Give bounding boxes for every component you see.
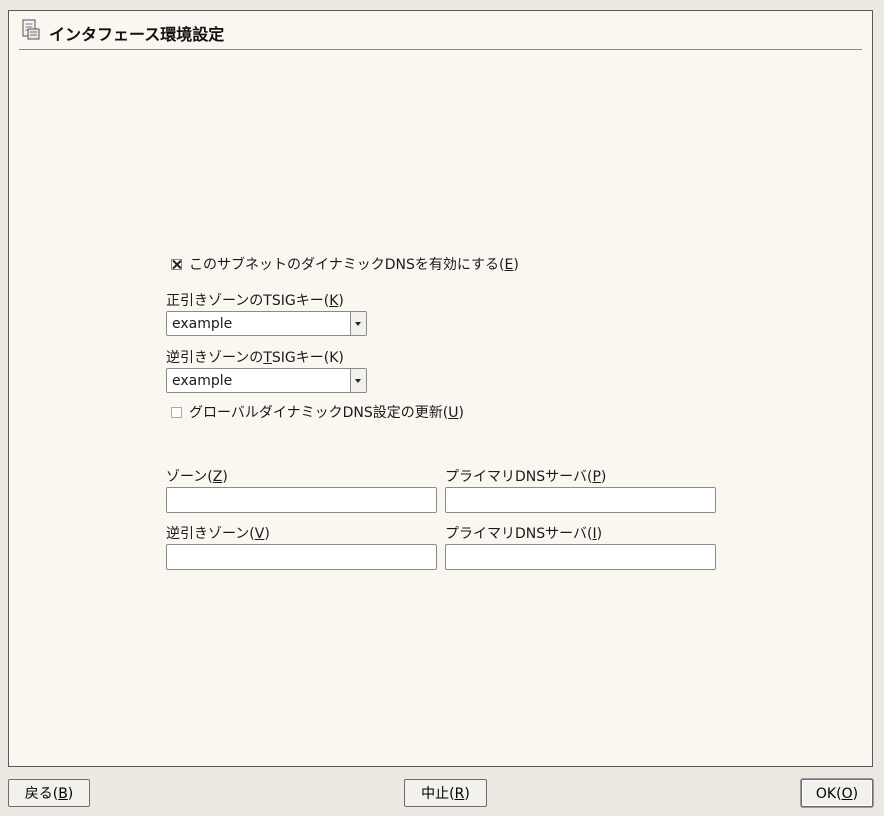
forward-tsig-key-select[interactable]: example (166, 311, 367, 336)
update-global-dns-label: グローバルダイナミックDNS設定の更新(U) (189, 405, 464, 421)
forward-tsig-key-label: 正引きゾーンのTSIGキー(K) (166, 293, 344, 309)
title-bar: インタフェース環境設定 (19, 19, 862, 50)
back-button[interactable]: 戻る(B) (8, 779, 90, 807)
main-panel: インタフェース環境設定 このサブネットのダイナミックDNSを有効にする(E) 正… (8, 10, 873, 767)
reverse-tsig-key-select[interactable]: example (166, 368, 367, 393)
zone-label: ゾーン(Z) (166, 469, 228, 485)
update-global-dns-checkbox[interactable]: グローバルダイナミックDNS設定の更新(U) (171, 402, 464, 422)
reverse-zone-input[interactable] (166, 544, 437, 570)
reverse-tsig-key-label: 逆引きゾーンのTSIGキー(K) (166, 350, 344, 366)
page-title: インタフェース環境設定 (49, 25, 225, 44)
reverse-tsig-key-value: example (172, 373, 233, 389)
zone-input[interactable] (166, 487, 437, 513)
reverse-primary-dns-input[interactable] (445, 544, 716, 570)
chevron-down-icon[interactable] (350, 369, 366, 392)
checkbox-checked-icon (171, 258, 182, 270)
checkbox-unchecked-icon (171, 406, 182, 418)
chevron-down-icon[interactable] (350, 312, 366, 335)
forward-tsig-key-value: example (172, 316, 233, 332)
reverse-zone-label: 逆引きゾーン(V) (166, 526, 270, 542)
abort-button[interactable]: 中止(R) (404, 779, 487, 807)
primary-dns-label: プライマリDNSサーバ(P) (445, 469, 607, 485)
ok-button[interactable]: OK(O) (801, 779, 873, 807)
enable-dynamic-dns-checkbox[interactable]: このサブネットのダイナミックDNSを有効にする(E) (171, 254, 519, 274)
reverse-primary-dns-label: プライマリDNSサーバ(I) (445, 526, 603, 542)
document-settings-icon (22, 19, 40, 40)
primary-dns-input[interactable] (445, 487, 716, 513)
enable-dynamic-dns-label: このサブネットのダイナミックDNSを有効にする(E) (189, 257, 519, 273)
